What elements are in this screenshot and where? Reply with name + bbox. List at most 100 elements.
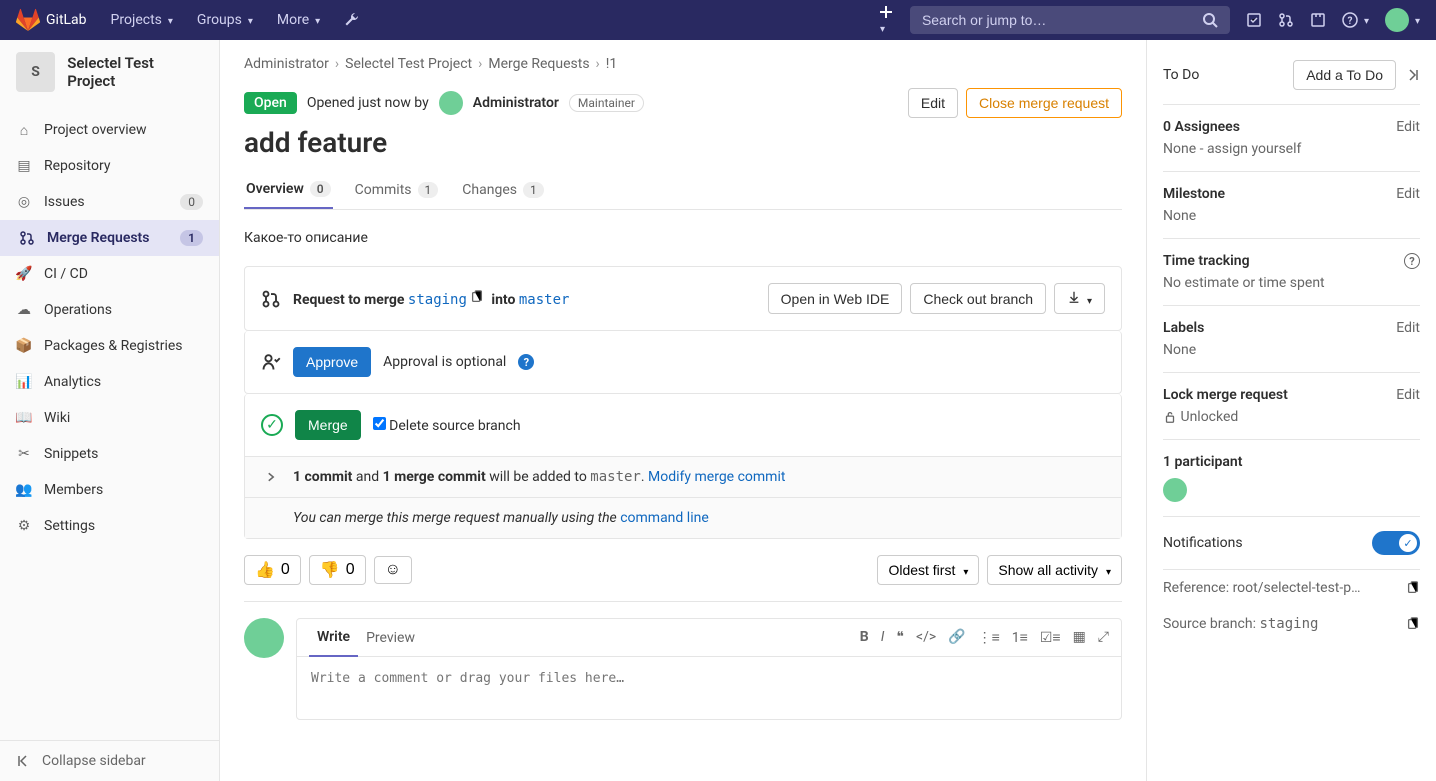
sidebar-item-operations[interactable]: ☁Operations [0,292,219,328]
comment-toolbar: B I ❝ </> 🔗 ⋮≡ 1≡ ☑≡ ▦ ⤢ [860,629,1109,646]
add-todo-button[interactable]: Add a To Do [1293,60,1396,90]
copy-reference-icon[interactable] [1406,581,1420,595]
assignees-value[interactable]: None - assign yourself [1163,141,1420,157]
sidebar-item-members[interactable]: 👥Members [0,472,219,508]
topnav-plus[interactable] [878,4,894,36]
svg-text:?: ? [1347,16,1352,27]
lock-edit[interactable]: Edit [1396,387,1420,403]
gitlab-logo[interactable]: GitLab [16,8,87,32]
breadcrumb-admin[interactable]: Administrator [244,56,329,72]
info-icon[interactable]: ? [518,354,534,370]
sidebar-item-wiki[interactable]: 📖Wiki [0,400,219,436]
topnav-groups[interactable]: Groups [189,6,261,34]
code-icon[interactable]: </> [916,629,936,646]
chevron-right-icon[interactable] [265,471,277,483]
tab-changes[interactable]: Changes1 [460,171,545,209]
target-branch[interactable]: master [519,292,570,308]
topnav-mr-link[interactable] [1278,12,1294,28]
search-input[interactable] [922,12,1202,28]
rs-source-branch: Source branch: staging [1163,606,1420,642]
bullet-list-icon[interactable]: ⋮≡ [978,629,1000,646]
activity-filter-dropdown[interactable]: Show all activity [987,555,1122,585]
fullscreen-icon[interactable]: ⤢ [1098,629,1109,646]
add-emoji-button[interactable]: ☺ [374,556,412,584]
breadcrumb-project[interactable]: Selectel Test Project [345,56,472,72]
topnav-wrench[interactable] [336,6,368,34]
notifications-toggle[interactable] [1372,531,1420,555]
approval-icon [261,352,281,372]
tab-overview[interactable]: Overview0 [244,171,333,209]
open-web-ide-button[interactable]: Open in Web IDE [768,283,903,314]
mr-tabs: Overview0 Commits1 Changes1 [244,171,1122,210]
ops-icon: ☁ [16,302,32,318]
italic-icon[interactable]: I [881,629,885,646]
numbered-list-icon[interactable]: 1≡ [1012,629,1028,646]
author-avatar[interactable] [439,91,463,115]
modify-merge-commit-link[interactable]: Modify merge commit [648,469,785,485]
collapse-sidebar[interactable]: Collapse sidebar [0,740,219,781]
topnav-todos-link[interactable] [1310,12,1326,28]
mr-badge: 1 [180,230,203,246]
labels-edit[interactable]: Edit [1396,320,1420,336]
checkout-branch-button[interactable]: Check out branch [910,283,1046,314]
sidebar-item-cicd[interactable]: 🚀CI / CD [0,256,219,292]
assignees-edit[interactable]: Edit [1396,119,1420,135]
comment-write-tab[interactable]: Write [309,619,358,657]
comment-preview-tab[interactable]: Preview [358,620,423,656]
delete-source-branch-checkbox[interactable] [373,417,386,430]
task-list-icon[interactable]: ☑≡ [1040,629,1061,646]
sidebar-nav: ⌂Project overview ▤Repository ◎Issues0 M… [0,104,219,740]
sidebar-item-overview[interactable]: ⌂Project overview [0,112,219,148]
thumbs-down-button[interactable]: 👎 0 [309,555,366,585]
issues-badge: 0 [180,194,203,210]
topnav-projects[interactable]: Projects [103,6,181,34]
sidebar-item-issues[interactable]: ◎Issues0 [0,184,219,220]
project-header[interactable]: S Selectel Test Project [0,40,219,104]
todo-icon [1310,12,1326,28]
chart-icon: 📊 [16,374,32,390]
sidebar-item-repository[interactable]: ▤Repository [0,148,219,184]
rs-milestone: MilestoneEdit None [1163,172,1420,239]
participant-avatar[interactable] [1163,478,1187,502]
expand-sidebar-icon[interactable] [1404,67,1420,83]
topnav-right-icons: ? [1246,8,1420,32]
bold-icon[interactable]: B [860,629,869,646]
milestone-edit[interactable]: Edit [1396,186,1420,202]
source-branch[interactable]: staging [408,292,467,308]
author-name[interactable]: Administrator [473,95,559,111]
topnav-issues-link[interactable] [1246,12,1262,28]
breadcrumb-mrs[interactable]: Merge Requests [488,56,589,72]
sidebar-item-merge-requests[interactable]: Merge Requests1 [0,220,219,256]
merge-button[interactable]: Merge [295,410,361,440]
manual-merge-row: You can merge this merge request manuall… [245,497,1121,538]
thumbs-up-button[interactable]: 👍 0 [244,555,301,585]
link-icon[interactable]: 🔗 [948,629,965,646]
comment-textarea[interactable] [311,671,1107,701]
global-search[interactable] [910,6,1230,34]
copy-icon[interactable] [470,290,484,304]
copy-branch-icon[interactable] [1406,617,1420,631]
table-icon[interactable]: ▦ [1073,629,1086,646]
sidebar-item-analytics[interactable]: 📊Analytics [0,364,219,400]
download-button[interactable] [1054,283,1105,314]
sidebar-item-snippets[interactable]: ✂Snippets [0,436,219,472]
sort-dropdown[interactable]: Oldest first [877,555,979,585]
rs-assignees: 0 AssigneesEdit None - assign yourself [1163,105,1420,172]
delete-source-branch-label[interactable]: Delete source branch [373,417,521,434]
time-help-icon[interactable]: ? [1404,253,1420,269]
close-mr-button[interactable]: Close merge request [966,88,1122,118]
quote-icon[interactable]: ❝ [896,629,904,646]
tab-commits[interactable]: Commits1 [353,171,441,209]
topnav-help[interactable]: ? [1342,12,1369,28]
download-icon [1067,290,1081,304]
sidebar-item-settings[interactable]: ⚙Settings [0,508,219,544]
rs-todo: To Do Add a To Do [1163,56,1420,105]
rs-notifications: Notifications [1163,517,1420,570]
edit-button[interactable]: Edit [908,88,958,118]
topnav-user-menu[interactable] [1385,8,1420,32]
topnav-items: Projects Groups More [103,6,369,34]
topnav-more[interactable]: More [269,6,328,34]
approve-button[interactable]: Approve [293,347,371,377]
sidebar-item-packages[interactable]: 📦Packages & Registries [0,328,219,364]
command-line-link[interactable]: command line [620,510,709,526]
